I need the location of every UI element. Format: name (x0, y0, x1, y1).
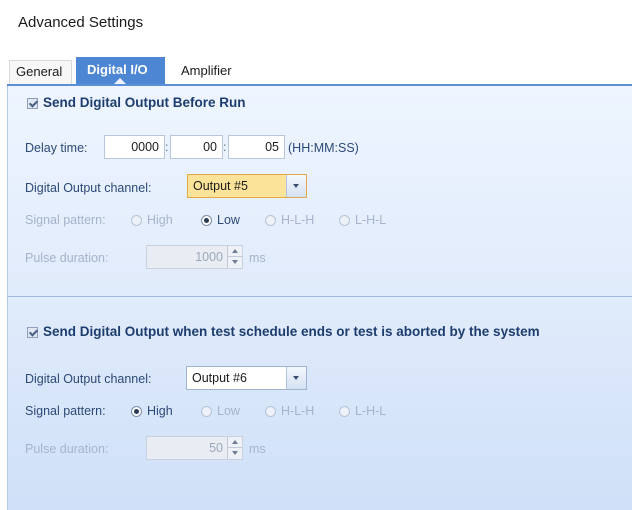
delay-minutes-field[interactable]: 00 (170, 135, 223, 159)
pattern1-lhl-radio[interactable] (339, 215, 350, 226)
spin-up-icon[interactable] (228, 246, 242, 257)
send-on-end-checkbox[interactable] (27, 327, 38, 338)
pattern2-hlh-label: H-L-H (281, 404, 315, 418)
send-on-end-label: Send Digital Output when test schedule e… (43, 324, 540, 339)
spin-up-icon[interactable] (228, 437, 242, 448)
channel-label-1: Digital Output channel: (25, 181, 152, 195)
pattern1-low-label: Low (217, 213, 240, 227)
pulse-unit-1: ms (249, 251, 266, 265)
tab-digital-io-label: Digital I/O (87, 62, 148, 77)
pattern2-low-radio[interactable] (201, 406, 212, 417)
delay-hours-field[interactable]: 0000 (104, 135, 165, 159)
pattern2-lhl-radio[interactable] (339, 406, 350, 417)
chevron-down-icon[interactable] (286, 367, 306, 389)
pattern1-hlh-radio[interactable] (265, 215, 276, 226)
window-title: Advanced Settings (18, 14, 144, 31)
spin-down-icon[interactable] (228, 448, 242, 459)
tab-general[interactable]: General (9, 60, 72, 84)
signal-pattern-label-2: Signal pattern: (25, 404, 106, 418)
pulse-duration-label-1: Pulse duration: (25, 251, 109, 265)
output-channel-select-2[interactable]: Output #6 (186, 366, 307, 390)
delay-time-label: Delay time: (25, 141, 88, 155)
send-before-run-checkbox[interactable] (27, 98, 38, 109)
pulse-spinner-1[interactable] (227, 246, 242, 268)
tab-amplifier[interactable]: Amplifier (175, 60, 255, 84)
pattern1-high-label: High (147, 213, 173, 227)
pattern1-high-radio[interactable] (131, 215, 142, 226)
pulse-unit-2: ms (249, 442, 266, 456)
pattern2-hlh-radio[interactable] (265, 406, 276, 417)
pulse-duration-label-2: Pulse duration: (25, 442, 109, 456)
output-channel-value-2: Output #6 (192, 371, 247, 385)
pattern2-high-radio[interactable] (131, 406, 142, 417)
pattern2-lhl-label: L-H-L (355, 404, 387, 418)
pulse-spinner-2[interactable] (227, 437, 242, 459)
pattern1-low-radio[interactable] (201, 215, 212, 226)
pattern2-high-label: High (147, 404, 173, 418)
spin-down-icon[interactable] (228, 257, 242, 268)
send-before-run-label: Send Digital Output Before Run (43, 95, 246, 110)
output-channel-value-1: Output #5 (193, 179, 248, 193)
tab-digital-io[interactable]: Digital I/O (76, 57, 165, 84)
pulse-duration-value-1: 1000 (195, 250, 223, 264)
pulse-duration-field-1[interactable]: 1000 (146, 245, 243, 269)
tab-general-label: General (16, 64, 63, 79)
pattern1-hlh-label: H-L-H (281, 213, 315, 227)
chevron-down-icon[interactable] (286, 175, 306, 197)
delay-separator-2: : (223, 140, 227, 154)
title-bar: Advanced Settings (0, 0, 632, 44)
output-channel-select-1[interactable]: Output #5 (187, 174, 307, 198)
section-divider (7, 296, 632, 297)
tab-amplifier-label: Amplifier (181, 63, 232, 78)
signal-pattern-label-1: Signal pattern: (25, 213, 106, 227)
channel-label-2: Digital Output channel: (25, 372, 152, 386)
tab-strip: General Digital I/O Amplifier (7, 54, 632, 86)
pattern2-low-label: Low (217, 404, 240, 418)
pattern1-lhl-label: L-H-L (355, 213, 387, 227)
delay-separator-1: : (165, 140, 169, 154)
pulse-duration-field-2[interactable]: 50 (146, 436, 243, 460)
active-tab-notch (114, 78, 126, 84)
delay-format-hint: (HH:MM:SS) (288, 141, 359, 155)
delay-seconds-field[interactable]: 05 (228, 135, 285, 159)
pulse-duration-value-2: 50 (209, 441, 223, 455)
